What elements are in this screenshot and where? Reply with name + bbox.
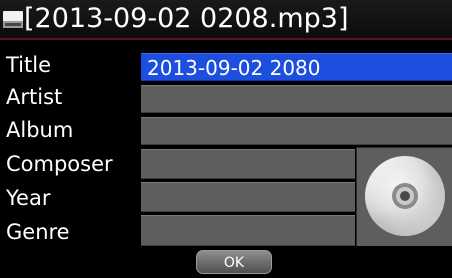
window-title: [2013-09-02 0208.mp3] xyxy=(24,3,349,34)
disk-icon xyxy=(3,11,23,28)
field-label-year: Year xyxy=(6,186,51,210)
title-bar: [2013-09-02 0208.mp3] xyxy=(0,0,452,40)
genre-field[interactable] xyxy=(141,215,355,246)
field-label-title: Title xyxy=(6,53,52,77)
artist-field[interactable] xyxy=(141,85,452,113)
year-field[interactable] xyxy=(141,182,355,212)
title-accent-line xyxy=(0,38,452,40)
field-label-artist: Artist xyxy=(6,85,63,109)
field-label-album: Album xyxy=(6,118,74,142)
cd-icon xyxy=(365,156,445,236)
title-field[interactable]: 2013-09-02 2080 xyxy=(141,53,452,81)
album-art[interactable] xyxy=(356,147,452,246)
field-label-composer: Composer xyxy=(6,152,113,176)
title-field-value: 2013-09-02 2080 xyxy=(147,56,321,80)
composer-field[interactable] xyxy=(141,149,355,179)
album-field[interactable] xyxy=(141,117,452,145)
ok-button[interactable]: OK xyxy=(196,250,272,274)
field-label-genre: Genre xyxy=(6,220,70,244)
